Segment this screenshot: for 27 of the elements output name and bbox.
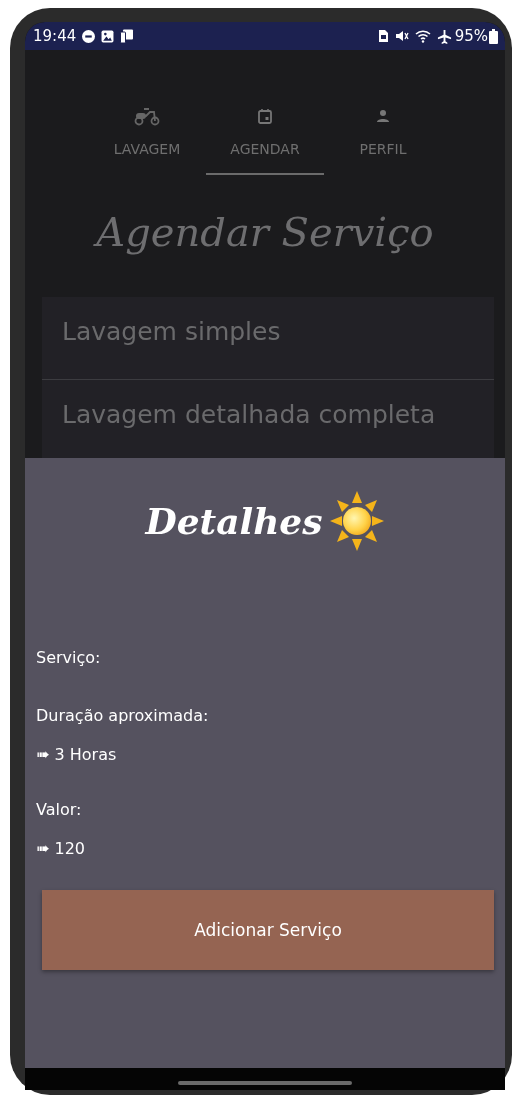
battery-icon: [489, 28, 498, 44]
image-icon: [101, 29, 115, 43]
page-title: Agendar Serviço: [25, 209, 505, 255]
mute-icon: [394, 29, 409, 43]
wifi-icon: [414, 29, 431, 43]
sun-icon: [328, 490, 385, 552]
battery-percent: 95%: [454, 27, 488, 45]
field-label: Serviço:: [36, 647, 101, 667]
field-label: Duração aproximada:: [36, 705, 209, 725]
airplane-icon: [436, 28, 452, 44]
person-icon: [376, 109, 390, 123]
service-item[interactable]: Lavagem simples: [42, 297, 494, 379]
sheet-title: Detalhes: [145, 500, 323, 542]
home-indicator[interactable]: [178, 1081, 352, 1085]
tab[interactable]: AGENDAR: [206, 97, 324, 175]
tab[interactable]: LAVAGEM: [88, 97, 206, 175]
field-label: Valor:: [36, 799, 82, 819]
field-value: ➠ 120: [36, 838, 86, 858]
add-service-button[interactable]: Adicionar Serviço: [42, 890, 494, 970]
device-icon: [120, 28, 135, 44]
clock-time: 19:44: [33, 27, 77, 45]
calendar-icon: [258, 108, 272, 124]
field-value: ➠ 3 Horas: [36, 744, 117, 764]
scooter-icon: [134, 106, 160, 126]
sim-card-icon: [377, 29, 389, 43]
tab[interactable]: PERFIL: [324, 97, 442, 175]
do-not-disturb-icon: [82, 29, 96, 43]
